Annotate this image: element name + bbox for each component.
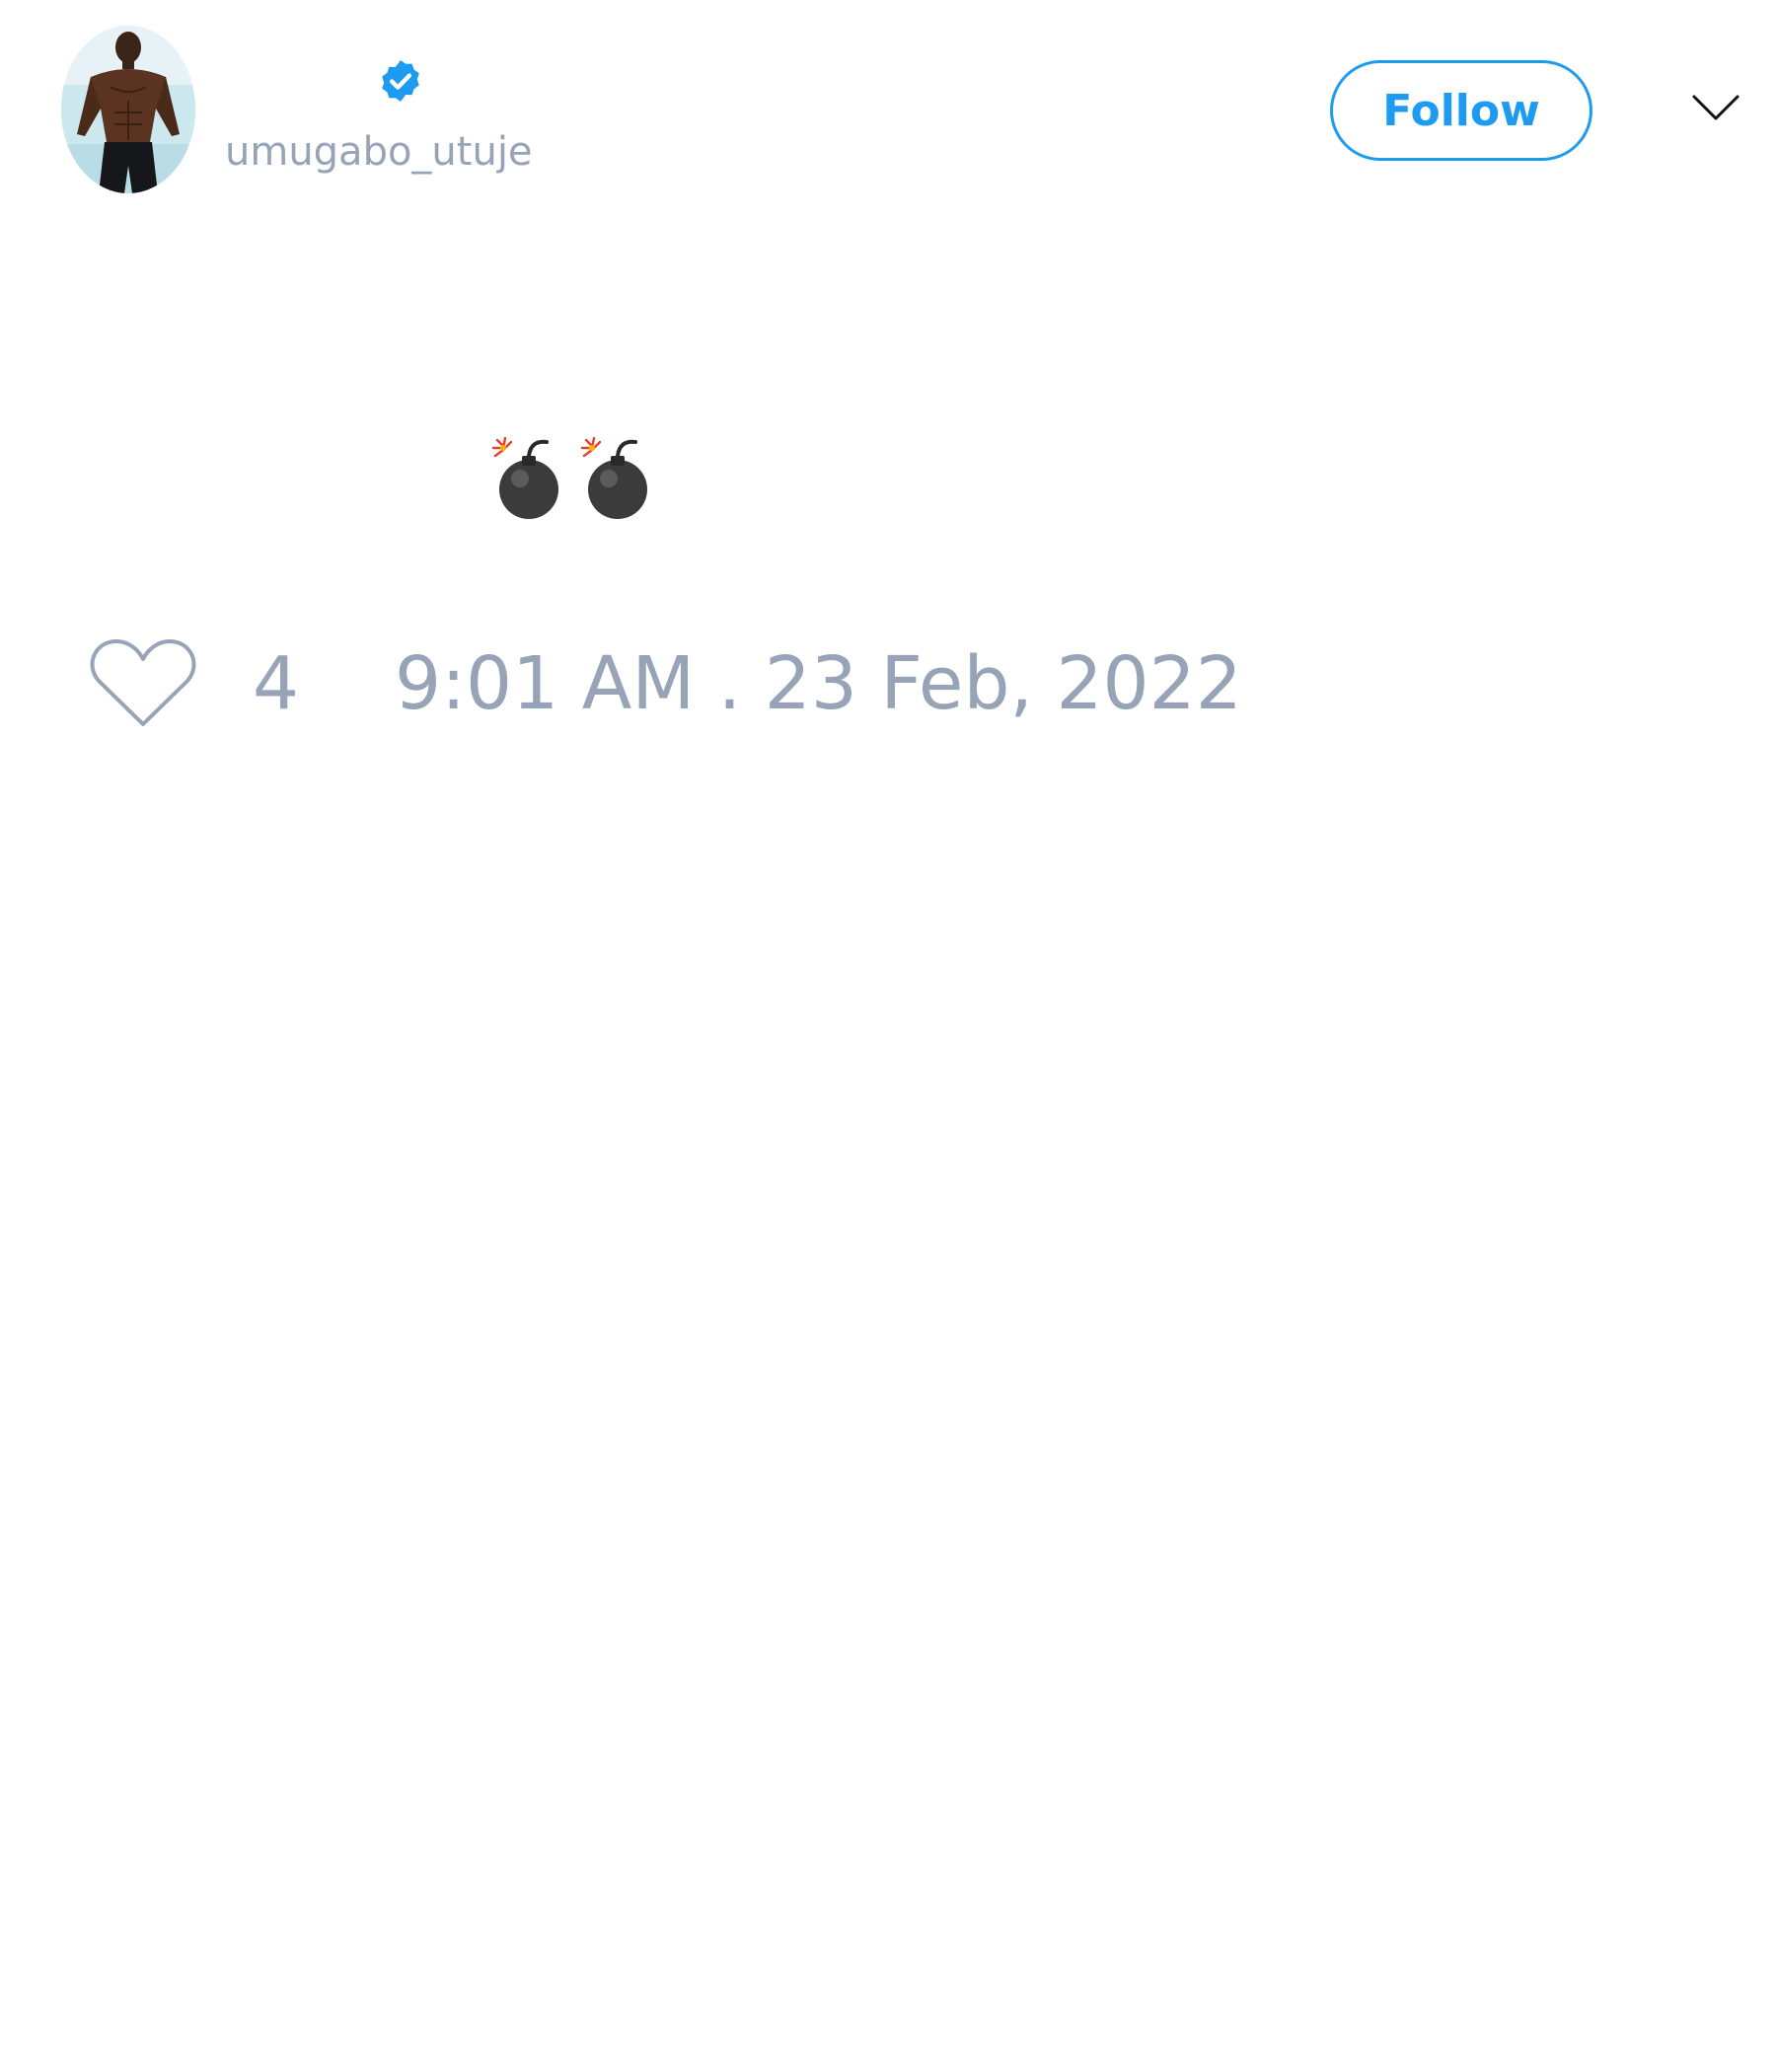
author-handle[interactable]: umugabo_utuje — [225, 125, 533, 179]
like-count: 4 — [253, 641, 300, 726]
heart-outline-icon[interactable] — [89, 635, 197, 730]
tweet-card: umugabo_utuje Follow 4 9:01 AM . 23 Feb,… — [0, 0, 1776, 2072]
bomb-emoji-icon — [491, 436, 558, 519]
bomb-emoji-icon — [580, 436, 647, 519]
follow-button[interactable]: Follow — [1330, 60, 1592, 161]
verified-badge-icon — [382, 60, 419, 102]
chevron-down-icon[interactable] — [1691, 93, 1740, 124]
tweet-text — [489, 434, 657, 533]
avatar[interactable] — [61, 26, 195, 193]
tweet-timestamp[interactable]: 9:01 AM . 23 Feb, 2022 — [395, 641, 1242, 726]
